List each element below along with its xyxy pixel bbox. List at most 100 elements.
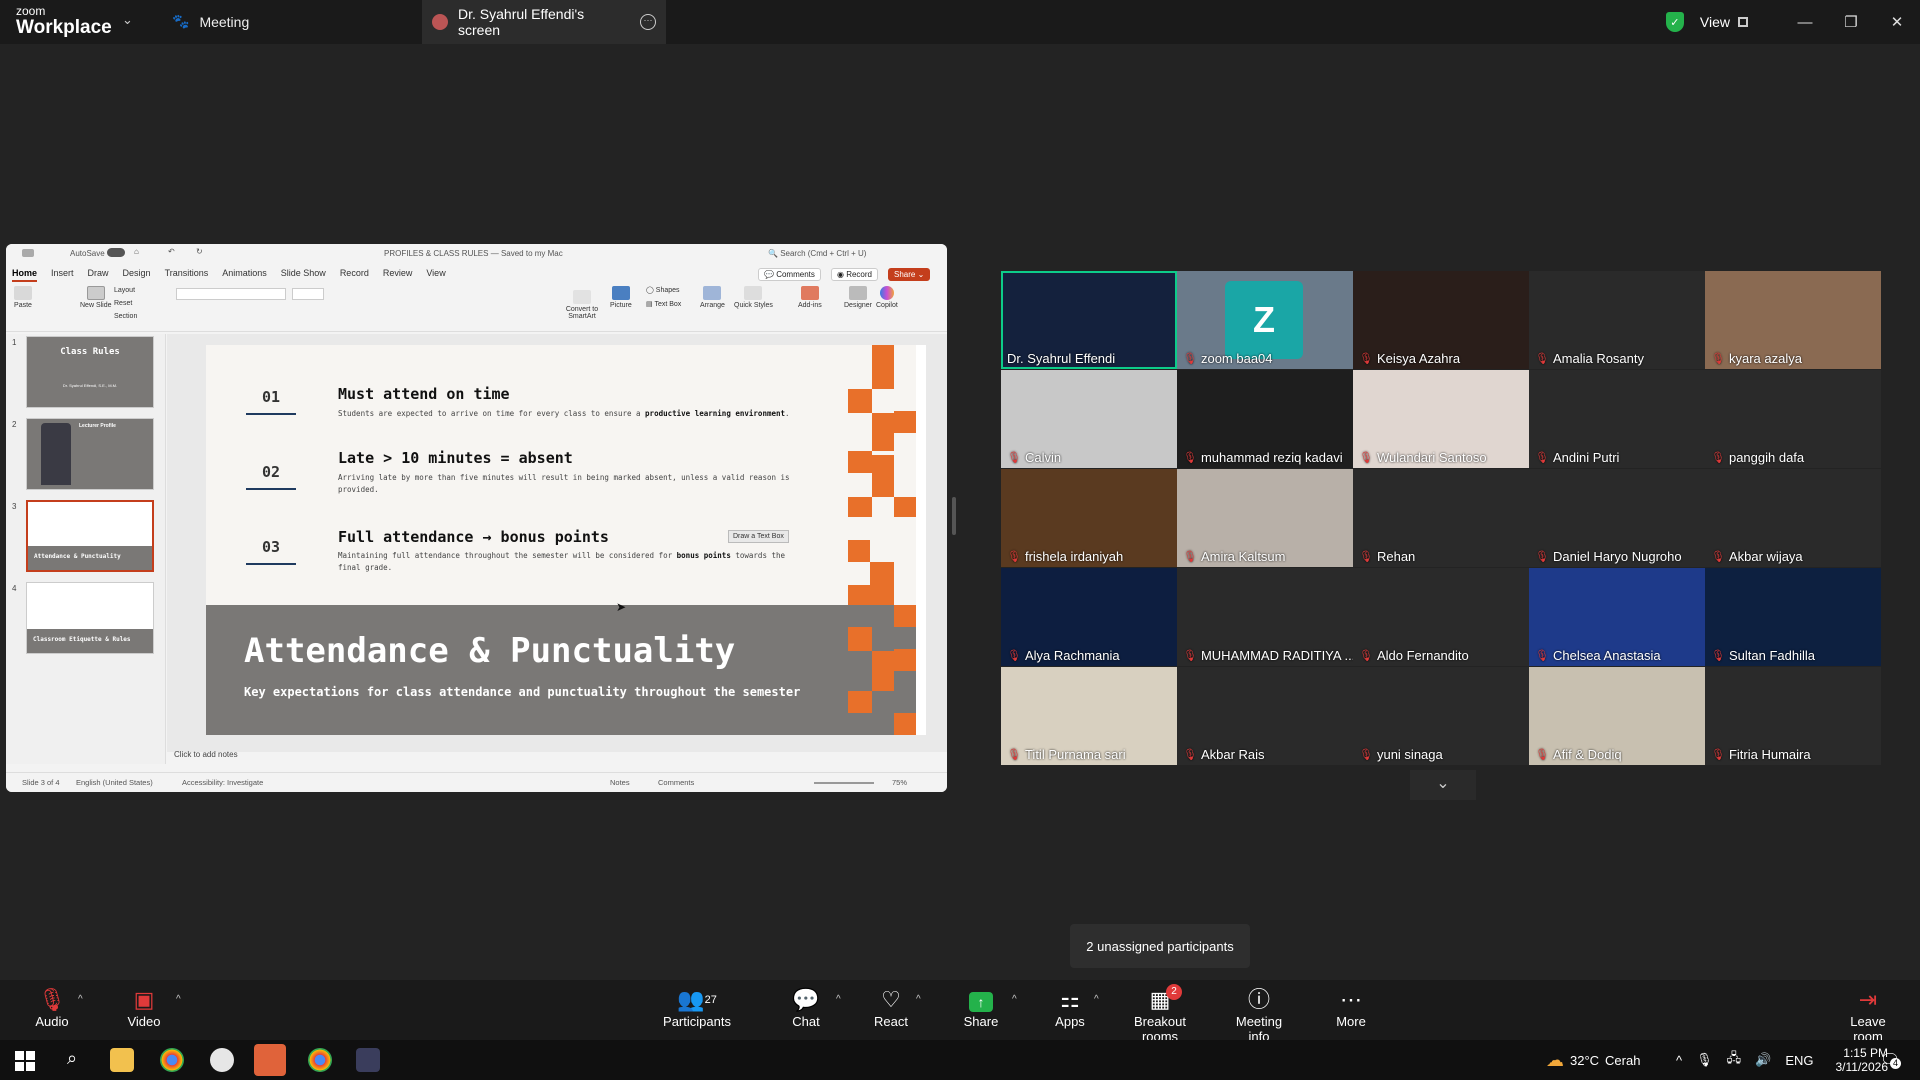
more-button[interactable]: ⋯ More xyxy=(1334,986,1368,1029)
comments-toggle[interactable]: Comments xyxy=(658,778,694,787)
chrome-icon[interactable] xyxy=(308,1048,332,1072)
participants-button[interactable]: 👥27 Participants xyxy=(662,986,732,1029)
chevron-up-icon[interactable]: ^ xyxy=(1676,1053,1682,1068)
record-button[interactable]: ◉ Record xyxy=(831,268,878,281)
video-options-caret[interactable]: ^ xyxy=(176,994,181,1005)
reset-button[interactable]: Reset xyxy=(114,297,137,310)
mic-icon[interactable]: 🎙 xyxy=(1696,1052,1713,1068)
redo-icon[interactable]: ↻ xyxy=(196,247,203,256)
quick-styles-button[interactable]: Quick Styles xyxy=(734,286,773,309)
zoom-logo[interactable]: zoom Workplace xyxy=(16,5,112,37)
participant-tile[interactable]: 🎙 Keisya Azahra xyxy=(1353,271,1529,369)
arrange-button[interactable]: Arrange xyxy=(700,286,725,309)
participant-tile[interactable]: 🎙 Rehan xyxy=(1353,469,1529,567)
comments-button[interactable]: 💬 Comments xyxy=(758,268,821,281)
new-slide-button[interactable]: New Slide xyxy=(80,286,112,309)
tab-record[interactable]: Record xyxy=(340,268,369,282)
paste-button[interactable]: Paste xyxy=(14,286,32,309)
participant-tile[interactable]: 🎙 Wulandari Santoso xyxy=(1353,370,1529,468)
apps-options-caret[interactable]: ^ xyxy=(1094,994,1099,1005)
audio-options-caret[interactable]: ^ xyxy=(78,994,83,1005)
convert-smartart-button[interactable]: Convert to SmartArt xyxy=(562,290,602,320)
home-icon[interactable]: ⌂ xyxy=(134,247,139,256)
participant-tile[interactable]: 🎙 Akbar Rais xyxy=(1177,667,1353,765)
autosave-toggle[interactable] xyxy=(107,248,125,257)
breakout-rooms-button[interactable]: ▦ 2 Breakout rooms xyxy=(1116,984,1204,1044)
participant-tile[interactable]: Z 🎙 zoom baa04 xyxy=(1177,271,1353,369)
designer-button[interactable]: Designer xyxy=(844,286,872,309)
participant-tile[interactable]: 🎙 frishela irdaniyah xyxy=(1001,469,1177,567)
participant-tile[interactable]: 🎙 panggih dafa xyxy=(1705,370,1881,468)
participant-tile[interactable]: 🎙 Calvin xyxy=(1001,370,1177,468)
unassigned-participants-popup[interactable]: 2 unassigned participants xyxy=(1070,924,1250,968)
participant-tile[interactable]: 🎙 Daniel Haryo Nugroho xyxy=(1529,469,1705,567)
participant-tile[interactable]: 🎙 kyara azalya xyxy=(1705,271,1881,369)
current-slide[interactable]: 01 Must attend on time Students are expe… xyxy=(206,345,926,735)
tab-view[interactable]: View xyxy=(426,268,445,282)
encryption-shield-icon[interactable]: ✓ xyxy=(1665,12,1684,32)
participant-tile[interactable]: 🎙 Andini Putri xyxy=(1529,370,1705,468)
tab-draw[interactable]: Draw xyxy=(88,268,109,282)
shared-screen-tab[interactable]: Dr. Syahrul Effendi's screen ··· xyxy=(422,0,666,44)
participant-tile[interactable]: 🎙 Amira Kaltsum xyxy=(1177,469,1353,567)
notification-icon[interactable]: 🗨4 xyxy=(1880,1040,1901,1080)
section-button[interactable]: Section xyxy=(114,310,137,323)
apps-button[interactable]: ⚏ Apps xyxy=(1050,986,1090,1029)
participant-tile[interactable]: 🎙 muhammad reziq kadavi xyxy=(1177,370,1353,468)
close-icon[interactable]: ✕ xyxy=(1874,13,1920,31)
notes-toggle[interactable]: Notes xyxy=(610,778,630,787)
font-size-select[interactable] xyxy=(292,288,324,300)
tab-design[interactable]: Design xyxy=(123,268,151,282)
tab-insert[interactable]: Insert xyxy=(51,268,74,282)
participant-tile[interactable]: 🎙 Sultan Fadhilla xyxy=(1705,568,1881,666)
meeting-tab[interactable]: 🐾 Meeting xyxy=(172,13,249,30)
chat-options-caret[interactable]: ^ xyxy=(836,994,841,1005)
volume-icon[interactable]: 🔊 xyxy=(1755,1052,1771,1068)
participant-tile[interactable]: 🎙 Aldo Fernandito xyxy=(1353,568,1529,666)
shapes-button[interactable]: ◯ Shapes xyxy=(646,284,681,298)
slide-thumb-2[interactable]: Lecturer Profile xyxy=(26,418,154,490)
zoom-level[interactable]: 75% xyxy=(892,778,907,787)
participant-tile[interactable]: 🎙 Alya Rachmania xyxy=(1001,568,1177,666)
participant-tile[interactable]: 🎙 Afif & Dodiq xyxy=(1529,667,1705,765)
tab-transitions[interactable]: Transitions xyxy=(165,268,209,282)
chat-button[interactable]: 💬 Chat xyxy=(786,986,826,1029)
participant-tile[interactable]: 🎙 Amalia Rosanty xyxy=(1529,271,1705,369)
tab-slide-show[interactable]: Slide Show xyxy=(281,268,326,282)
zoom-slider[interactable] xyxy=(814,782,874,784)
gallery-scroll-down[interactable]: ⌄ xyxy=(1410,770,1476,800)
weather-widget[interactable]: ☁ 32°C Cerah xyxy=(1546,1040,1640,1080)
more-options-icon[interactable]: ··· xyxy=(640,14,657,30)
picture-button[interactable]: Picture xyxy=(610,286,632,309)
notes-placeholder[interactable]: Click to add notes xyxy=(174,750,238,759)
addins-button[interactable]: Add-ins xyxy=(798,286,822,309)
participant-tile[interactable]: Dr. Syahrul Effendi xyxy=(1001,271,1177,369)
clock[interactable]: 1:15 PM 3/11/2026 xyxy=(1820,1040,1889,1080)
share-options-caret[interactable]: ^ xyxy=(1012,994,1017,1005)
layout-button[interactable]: Layout xyxy=(114,284,137,297)
participant-tile[interactable]: 🎙 Chelsea Anastasia xyxy=(1529,568,1705,666)
accessibility-indicator[interactable]: Accessibility: Investigate xyxy=(182,778,263,787)
leave-room-button[interactable]: ⇥ Leave room xyxy=(1836,986,1900,1044)
app-icon[interactable] xyxy=(210,1048,234,1072)
zoom-taskbar-icon[interactable] xyxy=(254,1044,286,1076)
chevron-down-icon[interactable]: ⌄ xyxy=(122,12,133,28)
text-box-button[interactable]: ▤ Text Box xyxy=(646,298,681,312)
participant-tile[interactable]: 🎙 yuni sinaga xyxy=(1353,667,1529,765)
participant-tile[interactable]: 🎙 MUHAMMAD RADITIYA ... xyxy=(1177,568,1353,666)
language-indicator[interactable]: English (United States) xyxy=(76,778,153,787)
slide-thumb-1[interactable]: Class Rules Dr. Syahrul Effendi, S.E., M… xyxy=(26,336,154,408)
copilot-button[interactable]: Copilot xyxy=(876,286,898,309)
chrome-icon[interactable] xyxy=(160,1048,184,1072)
slide-thumb-3[interactable]: Attendance & Punctuality xyxy=(26,500,154,572)
network-icon[interactable]: 🖧 xyxy=(1727,1049,1742,1071)
restore-icon[interactable]: ❐ xyxy=(1828,13,1874,31)
view-button[interactable]: View xyxy=(1700,14,1748,30)
tab-review[interactable]: Review xyxy=(383,268,413,282)
app-icon[interactable] xyxy=(356,1048,380,1072)
font-name-select[interactable] xyxy=(176,288,286,300)
undo-icon[interactable]: ↶ xyxy=(168,247,175,256)
tab-home[interactable]: Home xyxy=(12,268,38,282)
participant-tile[interactable]: 🎙 Titil Purnama sari xyxy=(1001,667,1177,765)
react-options-caret[interactable]: ^ xyxy=(916,994,921,1005)
